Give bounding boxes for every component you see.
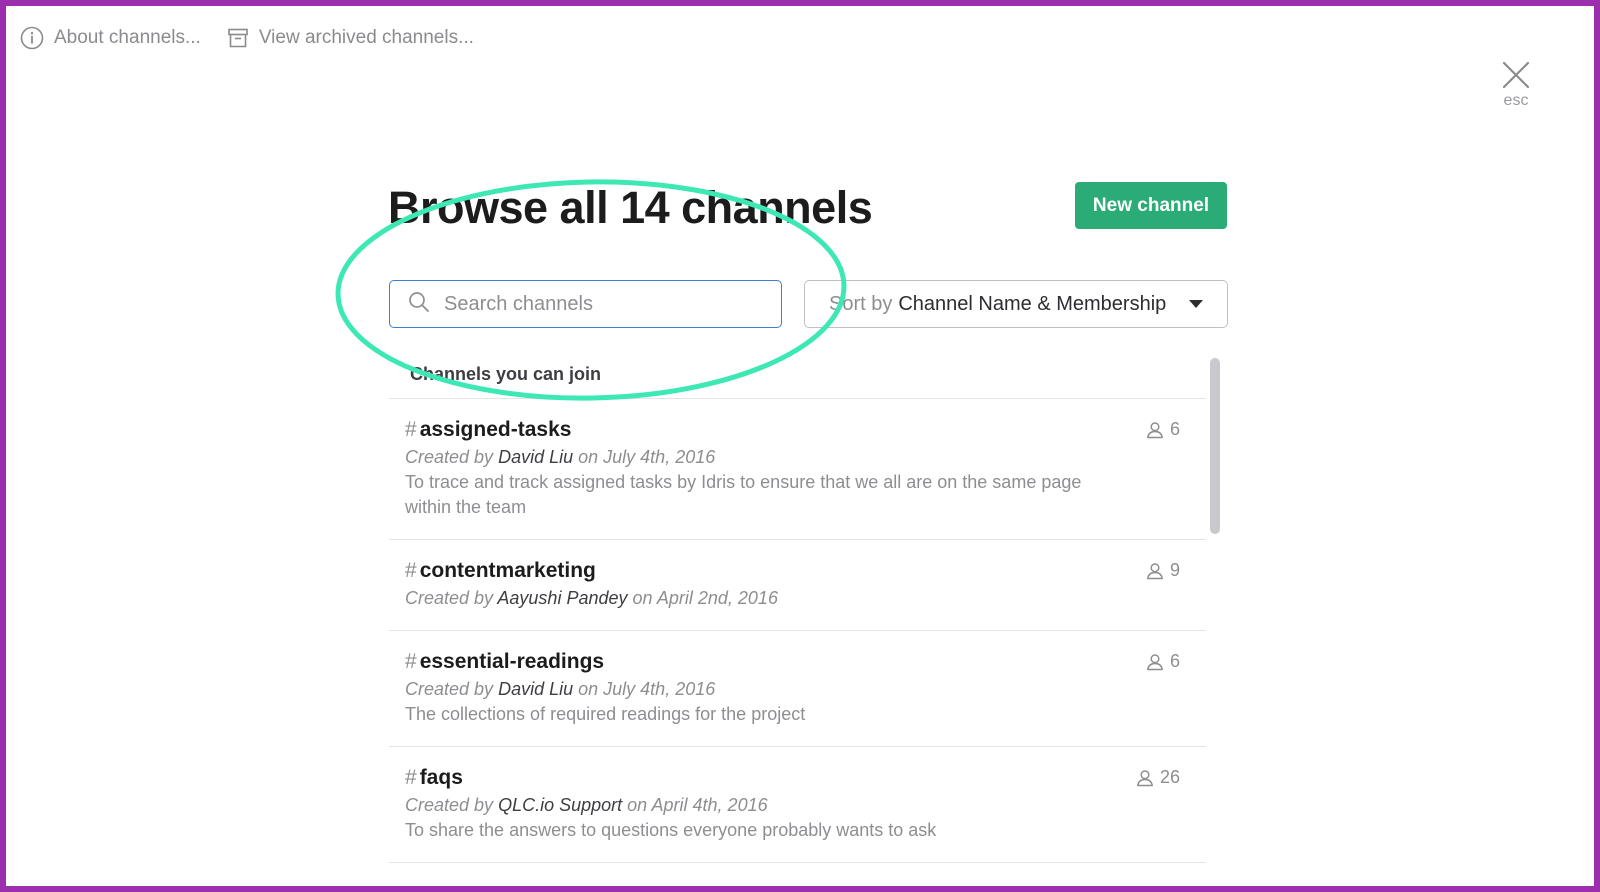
- search-input[interactable]: [442, 291, 766, 317]
- person-icon: [1146, 562, 1164, 580]
- created-by-label: Created by: [405, 588, 494, 608]
- channel-date: on April 4th, 2016: [627, 795, 768, 815]
- top-links: About channels... View archived channels…: [20, 26, 474, 50]
- created-by-label: Created by: [405, 795, 494, 815]
- channel-row-assigned-tasks[interactable]: # assigned-tasks Created by David Liu on …: [389, 399, 1206, 540]
- member-count-value: 6: [1169, 419, 1180, 439]
- channel-date: on April 2nd, 2016: [632, 588, 778, 608]
- search-box[interactable]: [389, 280, 782, 328]
- channel-title: # essential-readings: [405, 649, 1190, 675]
- channel-row-partial[interactable]: [389, 863, 1206, 892]
- page-title: Browse all 14 channels: [388, 182, 873, 233]
- channel-date: on July 4th, 2016: [578, 679, 716, 699]
- member-count-value: 9: [1169, 560, 1180, 580]
- about-channels-label: About channels...: [54, 27, 201, 48]
- new-channel-button[interactable]: New channel: [1075, 182, 1227, 229]
- channel-row-essential-readings[interactable]: # essential-readings Created by David Liu…: [389, 631, 1206, 747]
- about-channels-link[interactable]: About channels...: [20, 26, 201, 50]
- hash-icon: #: [405, 559, 417, 582]
- channel-meta: Created by David Liu on July 4th, 2016: [405, 445, 1190, 470]
- sort-prefix-label: Sort by: [829, 292, 893, 315]
- hash-icon: #: [405, 418, 417, 441]
- created-by-label: Created by: [405, 679, 494, 699]
- member-count-value: 6: [1169, 651, 1180, 671]
- member-count: 26: [1136, 767, 1180, 788]
- person-icon: [1146, 421, 1164, 439]
- channel-meta: Created by QLC.io Support on April 4th, …: [405, 793, 1190, 818]
- channel-name: assigned-tasks: [419, 418, 572, 441]
- channel-title: # faqs: [405, 765, 1190, 791]
- channel-list[interactable]: Channels you can join # assigned-tasks Cr…: [389, 358, 1206, 892]
- channel-description: The collections of required readings for…: [405, 704, 806, 724]
- sort-dropdown[interactable]: Sort by Channel Name & Membership: [804, 280, 1228, 328]
- person-icon: [1146, 653, 1164, 671]
- channel-creator: David Liu: [498, 679, 574, 699]
- view-archived-label: View archived channels...: [258, 27, 474, 48]
- view-archived-link[interactable]: View archived channels...: [227, 27, 474, 49]
- channel-creator: Aayushi Pandey: [497, 588, 628, 608]
- channel-row-contentmarketing[interactable]: # contentmarketing Created by Aayushi Pan…: [389, 540, 1206, 631]
- member-count: 9: [1146, 560, 1180, 581]
- close-button[interactable]: esc: [1494, 60, 1538, 110]
- channel-name: essential-readings: [419, 650, 605, 673]
- channel-name: faqs: [419, 766, 463, 789]
- channel-meta: Created by Aayushi Pandey on April 2nd, …: [405, 586, 1190, 611]
- channel-meta: Created by David Liu on July 4th, 2016: [405, 677, 1190, 702]
- list-scrollbar[interactable]: [1210, 358, 1220, 534]
- esc-label: esc: [1503, 92, 1529, 109]
- channel-row-faqs[interactable]: # faqs Created by QLC.io Support on April…: [389, 747, 1206, 863]
- member-count-value: 26: [1159, 767, 1180, 787]
- channel-creator: QLC.io Support: [498, 795, 623, 815]
- search-icon: [408, 291, 430, 318]
- info-circle-icon: [20, 26, 44, 50]
- member-count: 6: [1146, 651, 1180, 672]
- hash-icon: #: [405, 650, 417, 673]
- created-by-label: Created by: [405, 447, 494, 467]
- channel-title: # contentmarketing: [405, 558, 1190, 584]
- channel-name: contentmarketing: [419, 559, 596, 582]
- close-icon: [1494, 60, 1538, 90]
- sort-selected-value: Channel Name & Membership: [898, 292, 1167, 315]
- hash-icon: #: [405, 766, 417, 789]
- channel-creator: David Liu: [498, 447, 574, 467]
- channel-title: # assigned-tasks: [405, 417, 1190, 443]
- member-count: 6: [1146, 419, 1180, 440]
- channel-description: To share the answers to questions everyo…: [405, 820, 937, 840]
- section-header: Channels you can join: [389, 358, 1206, 399]
- caret-down-icon: [1189, 300, 1203, 308]
- person-icon: [1136, 769, 1154, 787]
- channel-description: To trace and track assigned tasks by Idr…: [405, 472, 1082, 517]
- channel-date: on July 4th, 2016: [578, 447, 716, 467]
- archive-box-icon: [227, 27, 249, 49]
